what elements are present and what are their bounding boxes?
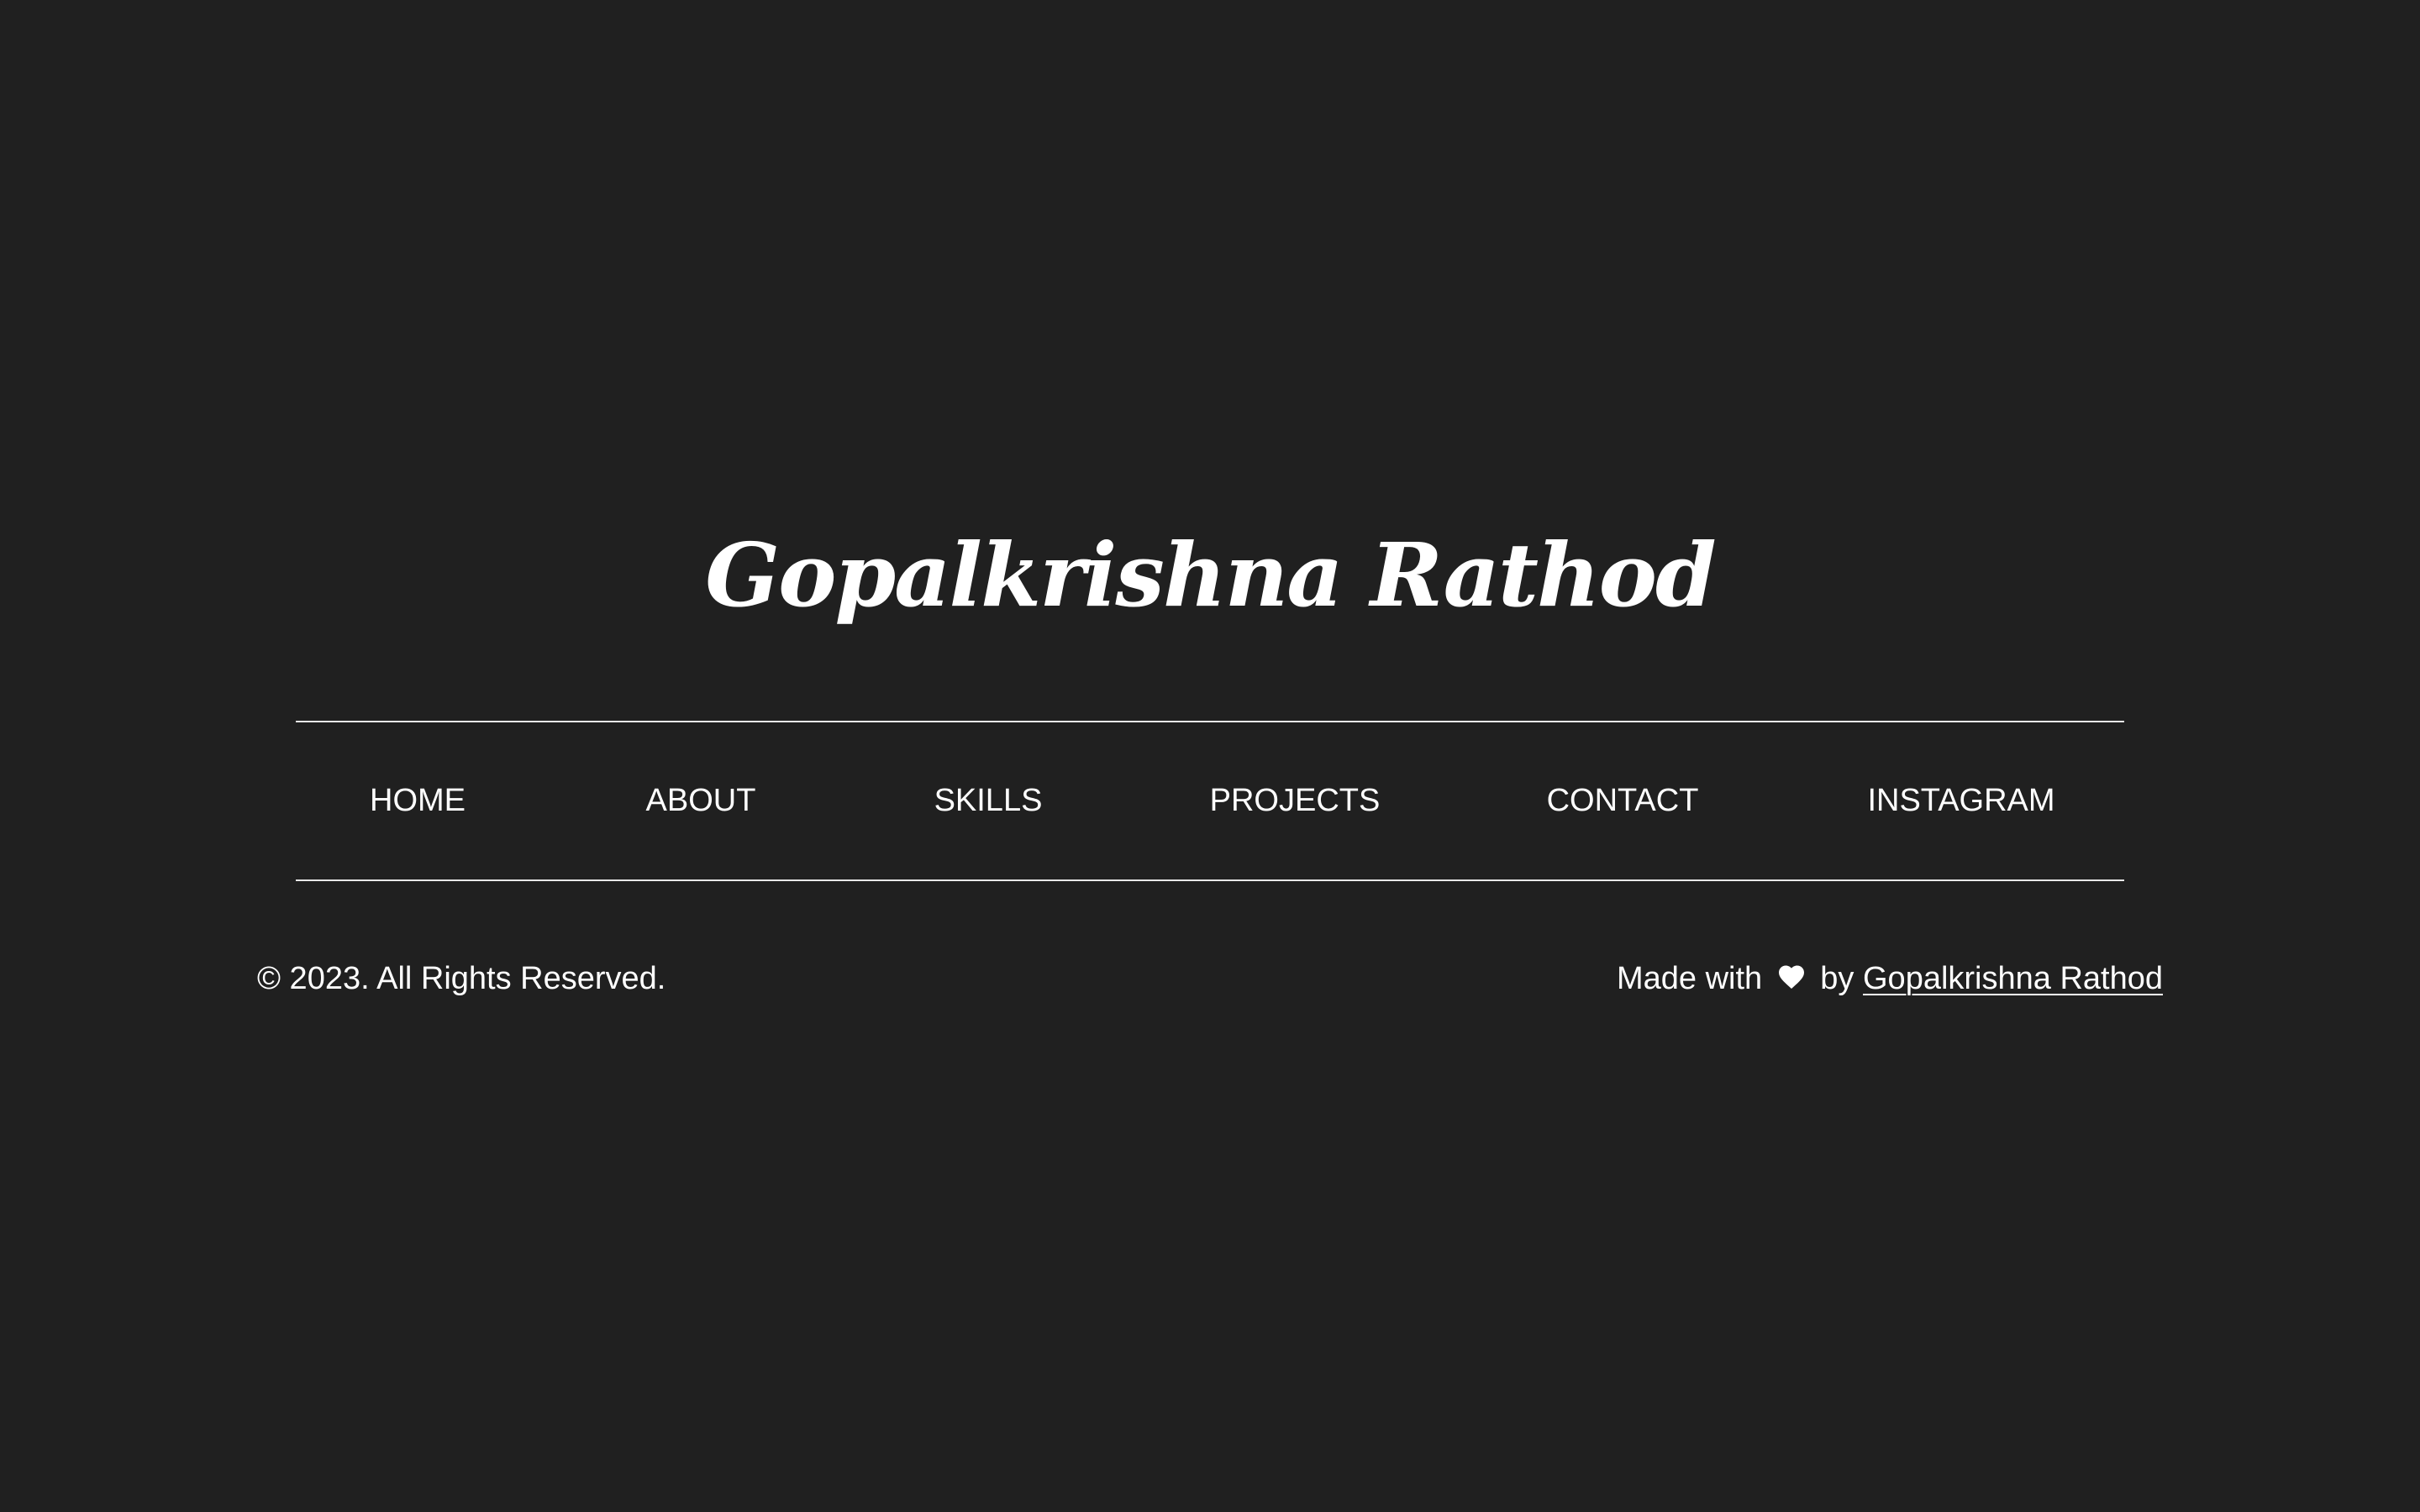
footer-nav: HOME ABOUT SKILLS PROJECTS CONTACT INSTA… (0, 722, 2420, 879)
nav-item-about[interactable]: ABOUT (646, 722, 756, 879)
nav-item-skills[interactable]: SKILLS (934, 722, 1043, 879)
copyright-text: © 2023. All Rights Reserved. (257, 961, 666, 996)
credit-line: Made with by Gopalkrishna Rathod (1617, 953, 2163, 1004)
nav-item-home[interactable]: HOME (370, 722, 466, 879)
made-with-text: Made with (1616, 961, 1763, 996)
brand-name: Gopalkrishna Rathod (705, 523, 1716, 627)
by-text: by (1820, 961, 1854, 996)
author-link[interactable]: Gopalkrishna Rathod (1863, 961, 2163, 996)
site-footer: Gopalkrishna Rathod HOME ABOUT SKILLS PR… (0, 0, 2420, 1512)
nav-item-instagram[interactable]: INSTAGRAM (1867, 722, 2054, 879)
heart-icon (1776, 962, 1807, 992)
nav-item-contact[interactable]: CONTACT (1547, 722, 1699, 879)
nav-bottom-divider (296, 879, 2124, 881)
nav-item-projects[interactable]: PROJECTS (1210, 722, 1381, 879)
